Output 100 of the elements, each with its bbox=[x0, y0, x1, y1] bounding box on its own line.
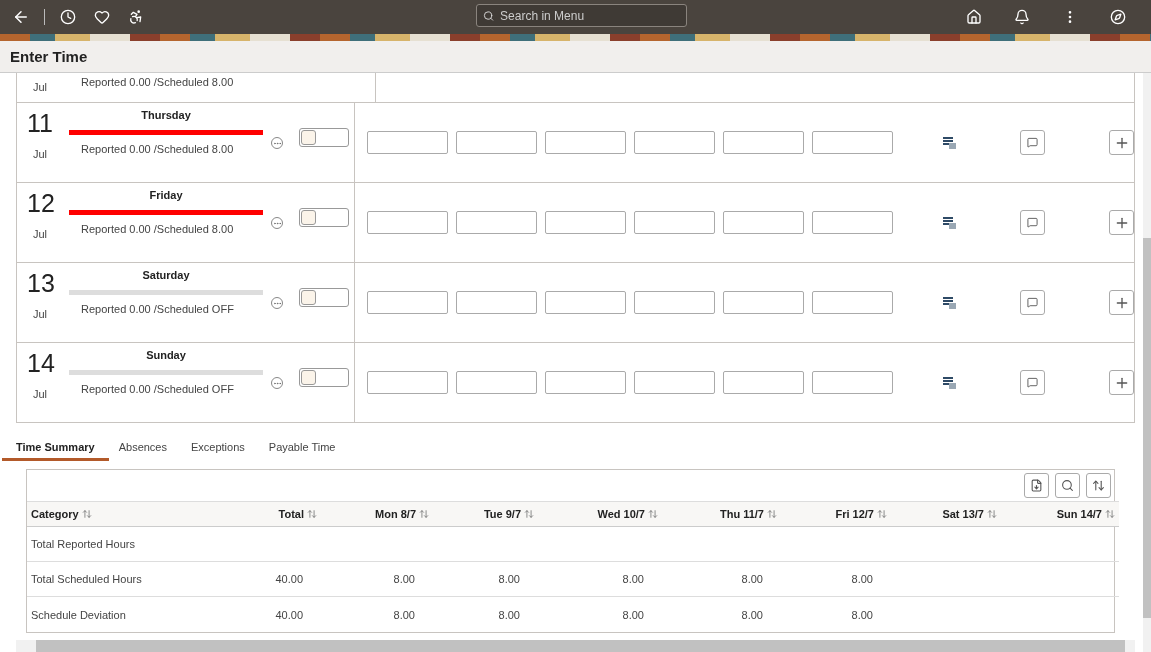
time-input-field[interactable] bbox=[812, 131, 893, 154]
sort-icon[interactable] bbox=[1105, 509, 1115, 519]
month-label: Jul bbox=[33, 81, 49, 93]
add-button[interactable] bbox=[1109, 210, 1134, 235]
time-input-field[interactable] bbox=[812, 211, 893, 234]
column-header[interactable]: Sat 13/7 bbox=[891, 501, 1001, 527]
column-header[interactable]: Mon 8/7 bbox=[321, 501, 433, 527]
column-header[interactable]: Tue 9/7 bbox=[433, 501, 538, 527]
tab[interactable]: Time Summary bbox=[2, 439, 109, 461]
weekday-label: Sunday bbox=[145, 349, 187, 361]
vertical-scrollbar[interactable] bbox=[1143, 73, 1151, 652]
column-header[interactable]: Category bbox=[27, 501, 247, 527]
table-cell-text: 8.00 bbox=[850, 607, 874, 623]
time-input-field[interactable] bbox=[545, 371, 626, 394]
horizontal-scrollbar[interactable] bbox=[16, 640, 1135, 652]
table-cell-text: 8.00 bbox=[392, 607, 416, 623]
time-input-field[interactable] bbox=[723, 131, 804, 154]
time-input-field[interactable] bbox=[634, 291, 715, 314]
reported-status: Reported 0.00 /Scheduled OFF bbox=[81, 303, 235, 315]
table-cell-text: Schedule Deviation bbox=[30, 607, 127, 623]
time-input-field[interactable] bbox=[456, 211, 537, 234]
sort-icon[interactable] bbox=[419, 509, 429, 519]
time-input-field[interactable] bbox=[812, 291, 893, 314]
day-number: 12 bbox=[27, 189, 56, 218]
month-label: Jul bbox=[33, 148, 49, 160]
time-input-field[interactable] bbox=[367, 371, 448, 394]
time-input-field[interactable] bbox=[545, 211, 626, 234]
column-header[interactable]: Thu 11/7 bbox=[662, 501, 781, 527]
table-cell: 40.00 bbox=[247, 562, 321, 597]
export-icon[interactable] bbox=[1024, 473, 1049, 498]
sort-icon[interactable] bbox=[307, 509, 317, 519]
time-input-field[interactable] bbox=[723, 211, 804, 234]
table-cell-text: 40.00 bbox=[274, 607, 304, 623]
sort-icon[interactable] bbox=[81, 509, 92, 519]
month-label: Jul bbox=[33, 228, 49, 240]
table-cell: Total Scheduled Hours bbox=[27, 562, 247, 597]
add-button[interactable] bbox=[1109, 370, 1134, 395]
sort-icon[interactable] bbox=[987, 509, 997, 519]
day-number: 14 bbox=[27, 349, 56, 378]
table-cell-text: 8.00 bbox=[740, 607, 764, 623]
time-input-field[interactable] bbox=[723, 371, 804, 394]
time-input-field[interactable] bbox=[367, 131, 448, 154]
column-header[interactable]: Wed 10/7 bbox=[538, 501, 662, 527]
reported-status: Reported 0.00 /Scheduled OFF bbox=[81, 383, 235, 395]
time-input-field[interactable] bbox=[545, 131, 626, 154]
month-label: Jul bbox=[33, 308, 49, 320]
table-cell-text: 8.00 bbox=[497, 607, 521, 623]
weekday-label: Thursday bbox=[140, 109, 192, 121]
column-header[interactable]: Total bbox=[247, 501, 321, 527]
time-input-field[interactable] bbox=[456, 291, 537, 314]
time-input-field[interactable] bbox=[545, 291, 626, 314]
search-input[interactable]: Search in Menu bbox=[498, 7, 680, 24]
add-button[interactable] bbox=[1109, 290, 1134, 315]
comment-icon bbox=[1027, 377, 1038, 388]
toggle-switch[interactable] bbox=[299, 368, 349, 387]
table-cell: 8.00 bbox=[662, 562, 781, 597]
add-button[interactable] bbox=[1109, 130, 1134, 155]
day-number: 13 bbox=[27, 269, 56, 298]
sort-icon[interactable] bbox=[524, 509, 534, 519]
time-input-field[interactable] bbox=[634, 131, 715, 154]
details-icon[interactable] bbox=[943, 376, 956, 389]
column-header[interactable]: Sun 14/7 bbox=[1001, 501, 1119, 527]
search-field[interactable]: Search in Menu bbox=[476, 4, 687, 27]
details-icon[interactable] bbox=[943, 296, 956, 309]
comment-button[interactable] bbox=[1020, 370, 1045, 395]
details-icon[interactable] bbox=[943, 216, 956, 229]
reported-status: Reported 0.00 /Scheduled 8.00 bbox=[81, 76, 235, 88]
comment-icon bbox=[1027, 217, 1038, 228]
time-input-field[interactable] bbox=[723, 291, 804, 314]
toggle-switch[interactable] bbox=[299, 288, 349, 307]
details-icon[interactable] bbox=[943, 136, 956, 149]
time-input-field[interactable] bbox=[456, 131, 537, 154]
toggle-switch[interactable] bbox=[299, 128, 349, 147]
toggle-switch[interactable] bbox=[299, 208, 349, 227]
table-cell: 8.00 bbox=[781, 562, 891, 597]
search-icon[interactable] bbox=[1055, 473, 1080, 498]
sort-icon[interactable] bbox=[767, 509, 777, 519]
reported-status: Reported 0.00 /Scheduled 8.00 bbox=[81, 223, 235, 235]
sort-icon[interactable] bbox=[648, 509, 658, 519]
time-input-field[interactable] bbox=[367, 211, 448, 234]
reported-status: Reported 0.00 /Scheduled 8.00 bbox=[81, 143, 235, 155]
time-input-field[interactable] bbox=[367, 291, 448, 314]
comment-icon bbox=[1027, 297, 1038, 308]
comment-button[interactable] bbox=[1020, 210, 1045, 235]
day-number: 11 bbox=[27, 109, 54, 138]
column-header[interactable]: Fri 12/7 bbox=[781, 501, 891, 527]
time-input-field[interactable] bbox=[456, 371, 537, 394]
weekday-label: Saturday bbox=[141, 269, 191, 281]
comment-button[interactable] bbox=[1020, 290, 1045, 315]
table-cell: 8.00 bbox=[321, 562, 433, 597]
table-cell: 8.00 bbox=[433, 562, 538, 597]
sort-icon[interactable] bbox=[1086, 473, 1111, 498]
table-cell-text: 8.00 bbox=[621, 607, 645, 623]
table-cell: 8.00 bbox=[538, 562, 662, 597]
sort-icon[interactable] bbox=[877, 509, 887, 519]
comment-button[interactable] bbox=[1020, 130, 1045, 155]
time-input-field[interactable] bbox=[812, 371, 893, 394]
time-input-field[interactable] bbox=[634, 371, 715, 394]
weekday-label: Friday bbox=[148, 189, 184, 201]
time-input-field[interactable] bbox=[634, 211, 715, 234]
